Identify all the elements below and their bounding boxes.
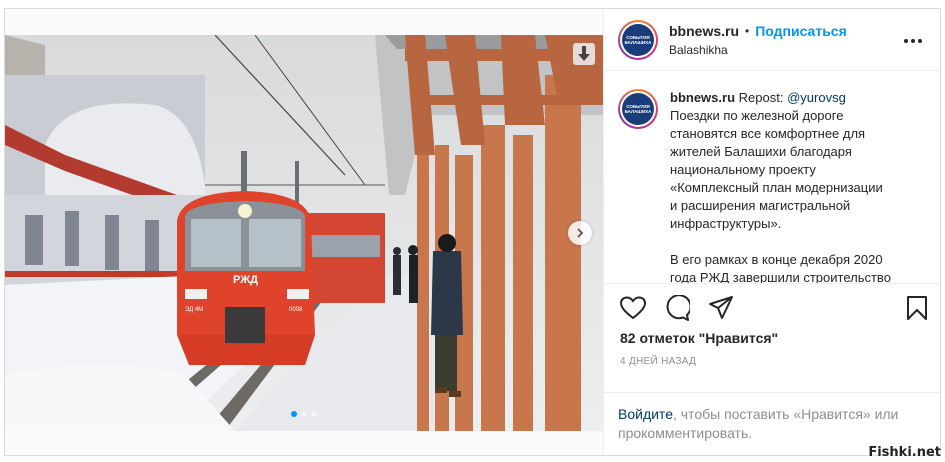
slide-dot[interactable] — [291, 411, 297, 417]
post-actions: 82 отметок "Нравится" 4 ДНЕЙ НАЗАД — [604, 283, 940, 392]
avatar-logo-text: СОБЫТИЯ БАЛАШИХА — [624, 34, 652, 45]
slide-dot[interactable] — [311, 411, 317, 417]
post-photo[interactable]: РЖД ЭД 4М 0008 — [5, 9, 603, 455]
likes-count[interactable]: 82 отметок "Нравится" — [620, 330, 928, 346]
timestamp[interactable]: 4 ДНЕЙ НАЗАД — [620, 356, 928, 367]
post-card: РЖД ЭД 4М 0008 СОБЫТИЯ БАЛАШИХА bbnews.r… — [4, 8, 941, 456]
caption-text: bbnews.ru Repost: @yurovsg Поездки по же… — [670, 89, 916, 283]
chevron-right-icon — [575, 228, 585, 238]
paper-plane-icon[interactable] — [708, 296, 734, 320]
post-sidebar: СОБЫТИЯ БАЛАШИХА bbnews.ru • Подписаться… — [603, 9, 940, 455]
next-slide-button[interactable] — [568, 221, 592, 245]
train-number: 0008 — [289, 307, 303, 313]
caption-username[interactable]: bbnews.ru — [670, 90, 735, 105]
repost-label: Repost: — [738, 90, 784, 106]
caption-paragraph: В его рамках в конце декабря 2020 года Р… — [670, 252, 891, 284]
train-station-photo: РЖД ЭД 4М 0008 — [5, 35, 603, 431]
train-side-code: ЭД 4М — [185, 307, 203, 313]
follow-button[interactable]: Подписаться — [755, 23, 847, 39]
caption-paragraph: Поездки по железной дороге становятся вс… — [670, 108, 883, 232]
separator-bullet: • — [745, 23, 750, 38]
train-logo: РЖД — [233, 274, 258, 286]
watermark: Fishki.net — [868, 445, 941, 460]
caption-section: СОБЫТИЯ БАЛАШИХА bbnews.ru Repost: @yuro… — [604, 71, 940, 283]
login-link[interactable]: Войдите — [618, 406, 673, 422]
heart-icon[interactable] — [620, 296, 646, 320]
download-arrow-icon[interactable] — [573, 43, 595, 65]
username-link[interactable]: bbnews.ru — [669, 23, 739, 39]
slide-indicator — [291, 411, 317, 417]
more-horizontal-icon[interactable] — [904, 39, 922, 43]
avatar[interactable]: СОБЫТИЯ БАЛАШИХА — [618, 19, 658, 60]
post-header: СОБЫТИЯ БАЛАШИХА bbnews.ru • Подписаться… — [604, 9, 940, 72]
bookmark-icon[interactable] — [906, 295, 928, 321]
mention-link[interactable]: @yurovsg — [787, 90, 846, 105]
avatar[interactable]: СОБЫТИЯ БАЛАШИХА — [618, 89, 658, 130]
slide-dot[interactable] — [301, 411, 307, 417]
location-link[interactable]: Balashikha — [669, 43, 847, 57]
avatar-logo-text: СОБЫТИЯ БАЛАШИХА — [624, 104, 652, 115]
comment-bubble-icon[interactable] — [664, 295, 690, 322]
